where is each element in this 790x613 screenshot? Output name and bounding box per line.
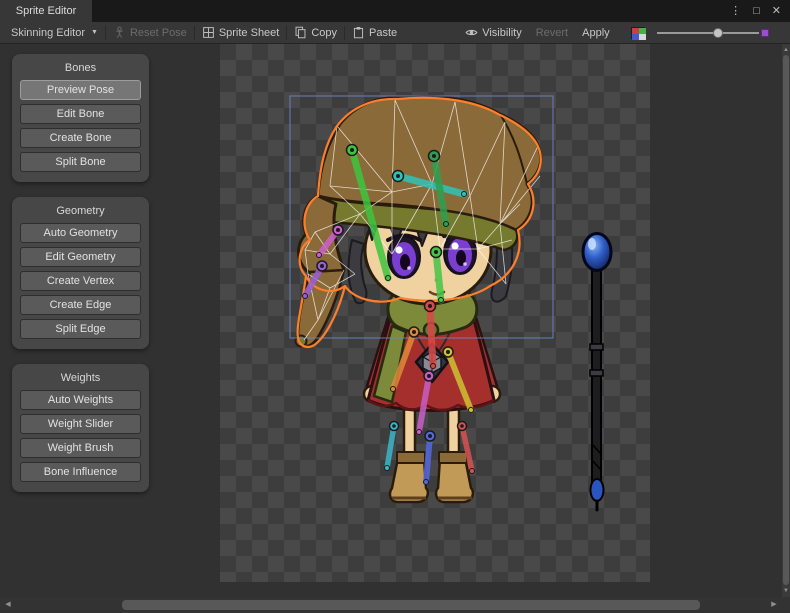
create-edge-button[interactable]: Create Edge: [20, 295, 141, 315]
menu-icon[interactable]: ⋮: [730, 0, 741, 22]
revert-button[interactable]: Revert: [529, 22, 575, 44]
apply-label: Apply: [582, 27, 610, 39]
scroll-right-icon[interactable]: ▶: [768, 597, 780, 613]
channel-blue: [632, 34, 639, 40]
geometry-panel: Geometry Auto Geometry Edit Geometry Cre…: [12, 197, 149, 349]
bone-influence-button[interactable]: Bone Influence: [20, 462, 141, 482]
weights-panel: Weights Auto Weights Weight Slider Weigh…: [12, 364, 149, 492]
bone: [424, 431, 436, 485]
scroll-up-icon[interactable]: ▲: [782, 45, 790, 55]
staff-orb: [583, 234, 611, 271]
visibility-button[interactable]: Visibility: [458, 22, 529, 44]
copy-label: Copy: [311, 27, 337, 39]
sprite-sheet-button[interactable]: Sprite Sheet: [195, 22, 287, 44]
maximize-icon[interactable]: □: [753, 0, 760, 22]
vertical-scrollbar[interactable]: ▲ ▼: [782, 44, 790, 597]
split-bone-button[interactable]: Split Bone: [20, 152, 141, 172]
visibility-label: Visibility: [482, 27, 522, 39]
weight-brush-button[interactable]: Weight Brush: [20, 438, 141, 458]
window-tab[interactable]: Sprite Editor: [0, 0, 92, 22]
edit-bone-button[interactable]: Edit Bone: [20, 104, 141, 124]
reset-pose-label: Reset Pose: [130, 27, 187, 39]
sprite-sheet-label: Sprite Sheet: [219, 27, 280, 39]
preview-pose-button[interactable]: Preview Pose: [20, 80, 141, 100]
revert-label: Revert: [536, 27, 568, 39]
bones-panel: Bones Preview Pose Edit Bone Create Bone…: [12, 54, 149, 182]
channel-alpha: [639, 34, 646, 40]
reset-pose-button[interactable]: Reset Pose: [106, 22, 194, 44]
auto-geometry-button[interactable]: Auto Geometry: [20, 223, 141, 243]
zoom-slider-marker: [761, 29, 769, 37]
paste-label: Paste: [369, 27, 397, 39]
create-bone-button[interactable]: Create Bone: [20, 128, 141, 148]
tool-panels: Bones Preview Pose Edit Bone Create Bone…: [12, 54, 149, 492]
sprite-sheet-icon: [202, 26, 215, 39]
reset-pose-icon: [113, 26, 126, 39]
sprite-editor-window: Sprite Editor ⋮ □ ✕ Skinning Editor ▼ Re…: [0, 0, 790, 613]
auto-weights-button[interactable]: Auto Weights: [20, 390, 141, 410]
visibility-icon: [465, 26, 478, 39]
character-sprite: [296, 97, 541, 502]
staff-gem: [591, 479, 604, 501]
window-controls: ⋮ □ ✕: [730, 0, 790, 22]
scroll-left-icon[interactable]: ◀: [2, 597, 14, 613]
zoom-slider[interactable]: [657, 22, 769, 44]
vertical-scrollbar-thumb[interactable]: [783, 55, 789, 585]
window-tab-label: Sprite Editor: [16, 5, 77, 17]
mode-dropdown-label: Skinning Editor: [11, 27, 85, 39]
create-vertex-button[interactable]: Create Vertex: [20, 271, 141, 291]
paste-icon: [352, 26, 365, 39]
split-edge-button[interactable]: Split Edge: [20, 319, 141, 339]
scroll-down-icon[interactable]: ▼: [782, 586, 790, 596]
bones-panel-title: Bones: [20, 59, 141, 80]
sprite-canvas[interactable]: Bones Preview Pose Edit Bone Create Bone…: [0, 44, 782, 597]
zoom-slider-knob[interactable]: [713, 28, 723, 38]
toolbar: Skinning Editor ▼ Reset Pose Sprite Shee…: [0, 22, 790, 44]
weights-panel-title: Weights: [20, 369, 141, 390]
copy-button[interactable]: Copy: [287, 22, 344, 44]
zoom-slider-track[interactable]: [657, 32, 759, 34]
close-icon[interactable]: ✕: [772, 0, 781, 22]
copy-icon: [294, 26, 307, 39]
horizontal-scrollbar[interactable]: ◀ ▶: [0, 597, 790, 613]
mode-dropdown[interactable]: Skinning Editor ▼: [4, 22, 105, 44]
apply-button[interactable]: Apply: [575, 22, 617, 44]
horizontal-scrollbar-thumb[interactable]: [122, 600, 700, 610]
color-channels-icon[interactable]: [631, 27, 645, 39]
geometry-panel-title: Geometry: [20, 202, 141, 223]
titlebar: Sprite Editor ⋮ □ ✕: [0, 0, 790, 22]
edit-geometry-button[interactable]: Edit Geometry: [20, 247, 141, 267]
chevron-down-icon: ▼: [91, 29, 98, 36]
staff-sprite: [583, 234, 611, 511]
weight-slider-button[interactable]: Weight Slider: [20, 414, 141, 434]
paste-button[interactable]: Paste: [345, 22, 404, 44]
